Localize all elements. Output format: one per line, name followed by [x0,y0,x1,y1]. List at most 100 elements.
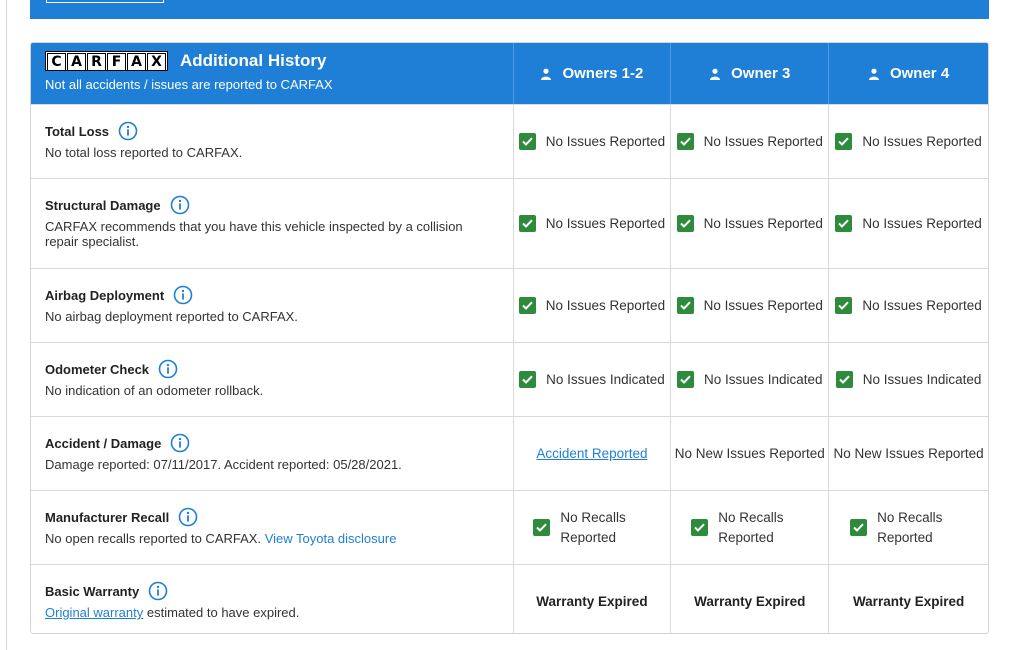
status-text: No Recalls Reported [877,509,943,545]
row-description: No total loss reported to CARFAX. [45,145,243,160]
table-row: Odometer Check No indication of an odome… [31,342,988,416]
table-row: Structural Damage CARFAX recommends that… [31,178,988,268]
row-title: Airbag Deployment [45,287,165,303]
row-title: Total Loss [45,123,110,139]
checkbox-checked-icon [835,297,853,314]
row-title: Accident / Damage [45,435,162,451]
owner-column-header: Owners 1-2 [514,43,672,104]
status-text: No Issues Reported [703,216,823,231]
checkbox-checked-icon [835,215,853,232]
row-title: Odometer Check [45,361,150,377]
row-label-cell: Total Loss No total loss reported to CAR… [31,105,514,178]
section-subtitle: Not all accidents / issues are reported … [45,77,333,92]
warranty-status: Warranty Expired [536,594,648,609]
info-circle-icon[interactable] [148,581,168,601]
accident-reported-link[interactable]: Accident Reported [536,446,647,461]
page-left-rule [6,0,7,650]
info-circle-icon[interactable] [118,121,138,141]
row-description: No open recalls reported to CARFAX. View… [45,531,397,546]
person-icon [710,68,721,80]
info-circle-icon[interactable] [173,285,193,305]
status-cell: No Issues Reported [514,269,672,342]
additional-history-table: C A R F A X Additional History Not all a… [30,42,989,634]
info-circle-icon[interactable] [158,359,178,379]
row-title: Manufacturer Recall [45,509,170,525]
status-cell: No Issues Reported [671,269,830,342]
status-text: No Recalls Reported [718,509,784,545]
checkbox-checked-icon [518,297,536,314]
checkbox-checked-icon [850,519,868,536]
status-cell: No Issues Reported [829,269,988,342]
row-description: Damage reported: 07/11/2017. Accident re… [45,457,402,472]
status-cell: No Issues Indicated [514,343,672,416]
status-text: No Issues Reported [703,298,823,313]
status-cell: No Recalls Reported [514,491,672,564]
row-title: Structural Damage [45,197,161,213]
status-cell: No Recalls Reported [829,491,988,564]
status-cell: No Issues Reported [514,179,672,268]
header-title-cell: C A R F A X Additional History Not all a… [31,43,514,104]
checkbox-checked-icon [676,133,694,150]
table-row: Airbag Deployment No airbag deployment r… [31,268,988,342]
status-text: No Issues Indicated [862,372,982,387]
status-text: No Issues Reported [545,298,666,313]
row-label-cell: Structural Damage CARFAX recommends that… [31,179,514,268]
view-toyota-disclosure-link[interactable]: View Toyota disclosure [265,531,397,546]
status-cell: No New Issues Reported [671,417,830,490]
status-text: No Issues Reported [862,134,982,149]
checkbox-checked-icon [835,133,853,150]
original-warranty-link[interactable]: Original warranty [45,605,143,620]
status-text: No New Issues Reported [674,446,825,461]
status-cell: No Issues Reported [671,105,830,178]
warranty-status: Warranty Expired [852,594,965,609]
owner-column-header: Owner 3 [671,43,830,104]
checkbox-checked-icon [676,297,694,314]
section-title: Additional History [180,51,327,70]
status-text: No Recalls Reported [560,509,626,545]
table-row: Manufacturer Recall No open recalls repo… [31,490,988,564]
person-icon [868,68,879,80]
table-row: Basic Warranty Original warranty estimat… [31,564,988,633]
status-cell: No Issues Reported [829,105,988,178]
status-cell: No Issues Reported [514,105,672,178]
status-text: No Issues Reported [703,134,823,149]
status-text: No Issues Indicated [546,372,665,387]
status-text: No Issues Reported [545,134,666,149]
status-cell: Warranty Expired [671,565,830,633]
table-row: Accident / Damage Damage reported: 07/11… [31,416,988,490]
status-cell: No Issues Reported [829,179,988,268]
checkbox-checked-icon [676,215,694,232]
status-text: No Issues Reported [862,216,982,231]
status-cell: No Issues Reported [671,179,830,268]
status-cell: Warranty Expired [514,565,672,633]
banner-logo-fragment [46,0,164,3]
status-text: No Issues Indicated [703,372,823,387]
row-label-cell: Airbag Deployment No airbag deployment r… [31,269,514,342]
status-cell: Warranty Expired [829,565,988,633]
status-cell: No Recalls Reported [671,491,830,564]
row-label-cell: Manufacturer Recall No open recalls repo… [31,491,514,564]
status-cell: No Issues Indicated [671,343,830,416]
info-circle-icon[interactable] [178,507,198,527]
status-text: No Issues Reported [862,298,982,313]
table-row: Total Loss No total loss reported to CAR… [31,104,988,178]
status-text: No New Issues Reported [833,446,984,461]
row-description: No airbag deployment reported to CARFAX. [45,309,298,324]
info-circle-icon[interactable] [170,195,190,215]
row-description: No indication of an odometer rollback. [45,383,264,398]
checkbox-checked-icon [691,519,709,536]
table-header: C A R F A X Additional History Not all a… [31,43,988,104]
status-cell: Accident Reported [514,417,672,490]
checkbox-checked-icon [518,215,536,232]
row-label-cell: Basic Warranty Original warranty estimat… [31,565,514,633]
checkbox-checked-icon [518,133,536,150]
row-description: Original warranty estimated to have expi… [45,605,300,620]
carfax-logo: C A R F A X [45,51,168,71]
checkbox-checked-icon [533,519,551,536]
status-cell: No New Issues Reported [829,417,988,490]
info-circle-icon[interactable] [170,433,190,453]
checkbox-checked-icon [835,371,853,388]
person-icon [541,68,552,80]
previous-section-banner [30,0,989,19]
status-cell: No Issues Indicated [829,343,988,416]
